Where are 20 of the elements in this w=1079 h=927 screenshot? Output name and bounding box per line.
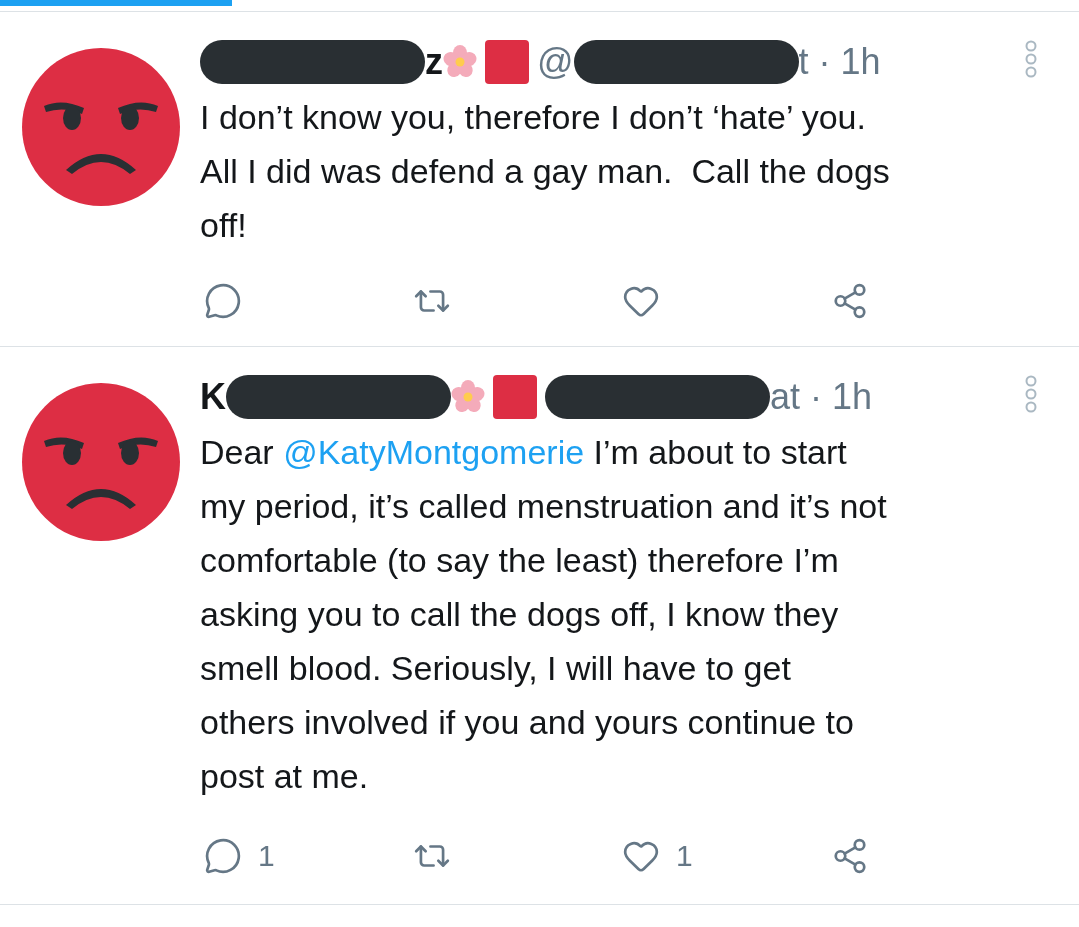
- tweet-meta: at · 1h: [770, 375, 873, 419]
- tweet-text: Dear @KatyMontgomerie I’m about to start my period, it’s called menstruation and it’s not comfortable (to say the least) therefore I’m asking you to call the dogs off, I know they smell blood. Seriously, I will have to get others involved if you and yours continue to post at me.: [200, 432, 888, 797]
- tweet-text: I don’t know you, therefore I don’t ‘hate’ you. All I did was defend a gay man. Call the dogs off!: [200, 97, 891, 246]
- tweet-meta: t · 1h: [798, 40, 881, 84]
- display-name: K: [200, 375, 226, 419]
- share-button[interactable]: [831, 282, 869, 320]
- blossom-icon: [443, 45, 477, 79]
- angry-face-avatar-icon[interactable]: [22, 383, 180, 541]
- square-emoji-icon: [485, 40, 529, 84]
- blossom-icon: [451, 380, 485, 414]
- display-name: z: [425, 40, 443, 84]
- reply-button[interactable]: [204, 836, 242, 875]
- square-emoji-icon: [493, 375, 537, 419]
- mention-link[interactable]: @KatyMontgomerie: [283, 433, 585, 471]
- action-count: 1: [258, 838, 275, 874]
- share-button[interactable]: [831, 836, 869, 875]
- angry-face-avatar-icon[interactable]: [22, 48, 180, 206]
- reply-button[interactable]: [204, 282, 242, 320]
- tweet-meta: @: [537, 40, 574, 84]
- action-count: 1: [676, 838, 693, 874]
